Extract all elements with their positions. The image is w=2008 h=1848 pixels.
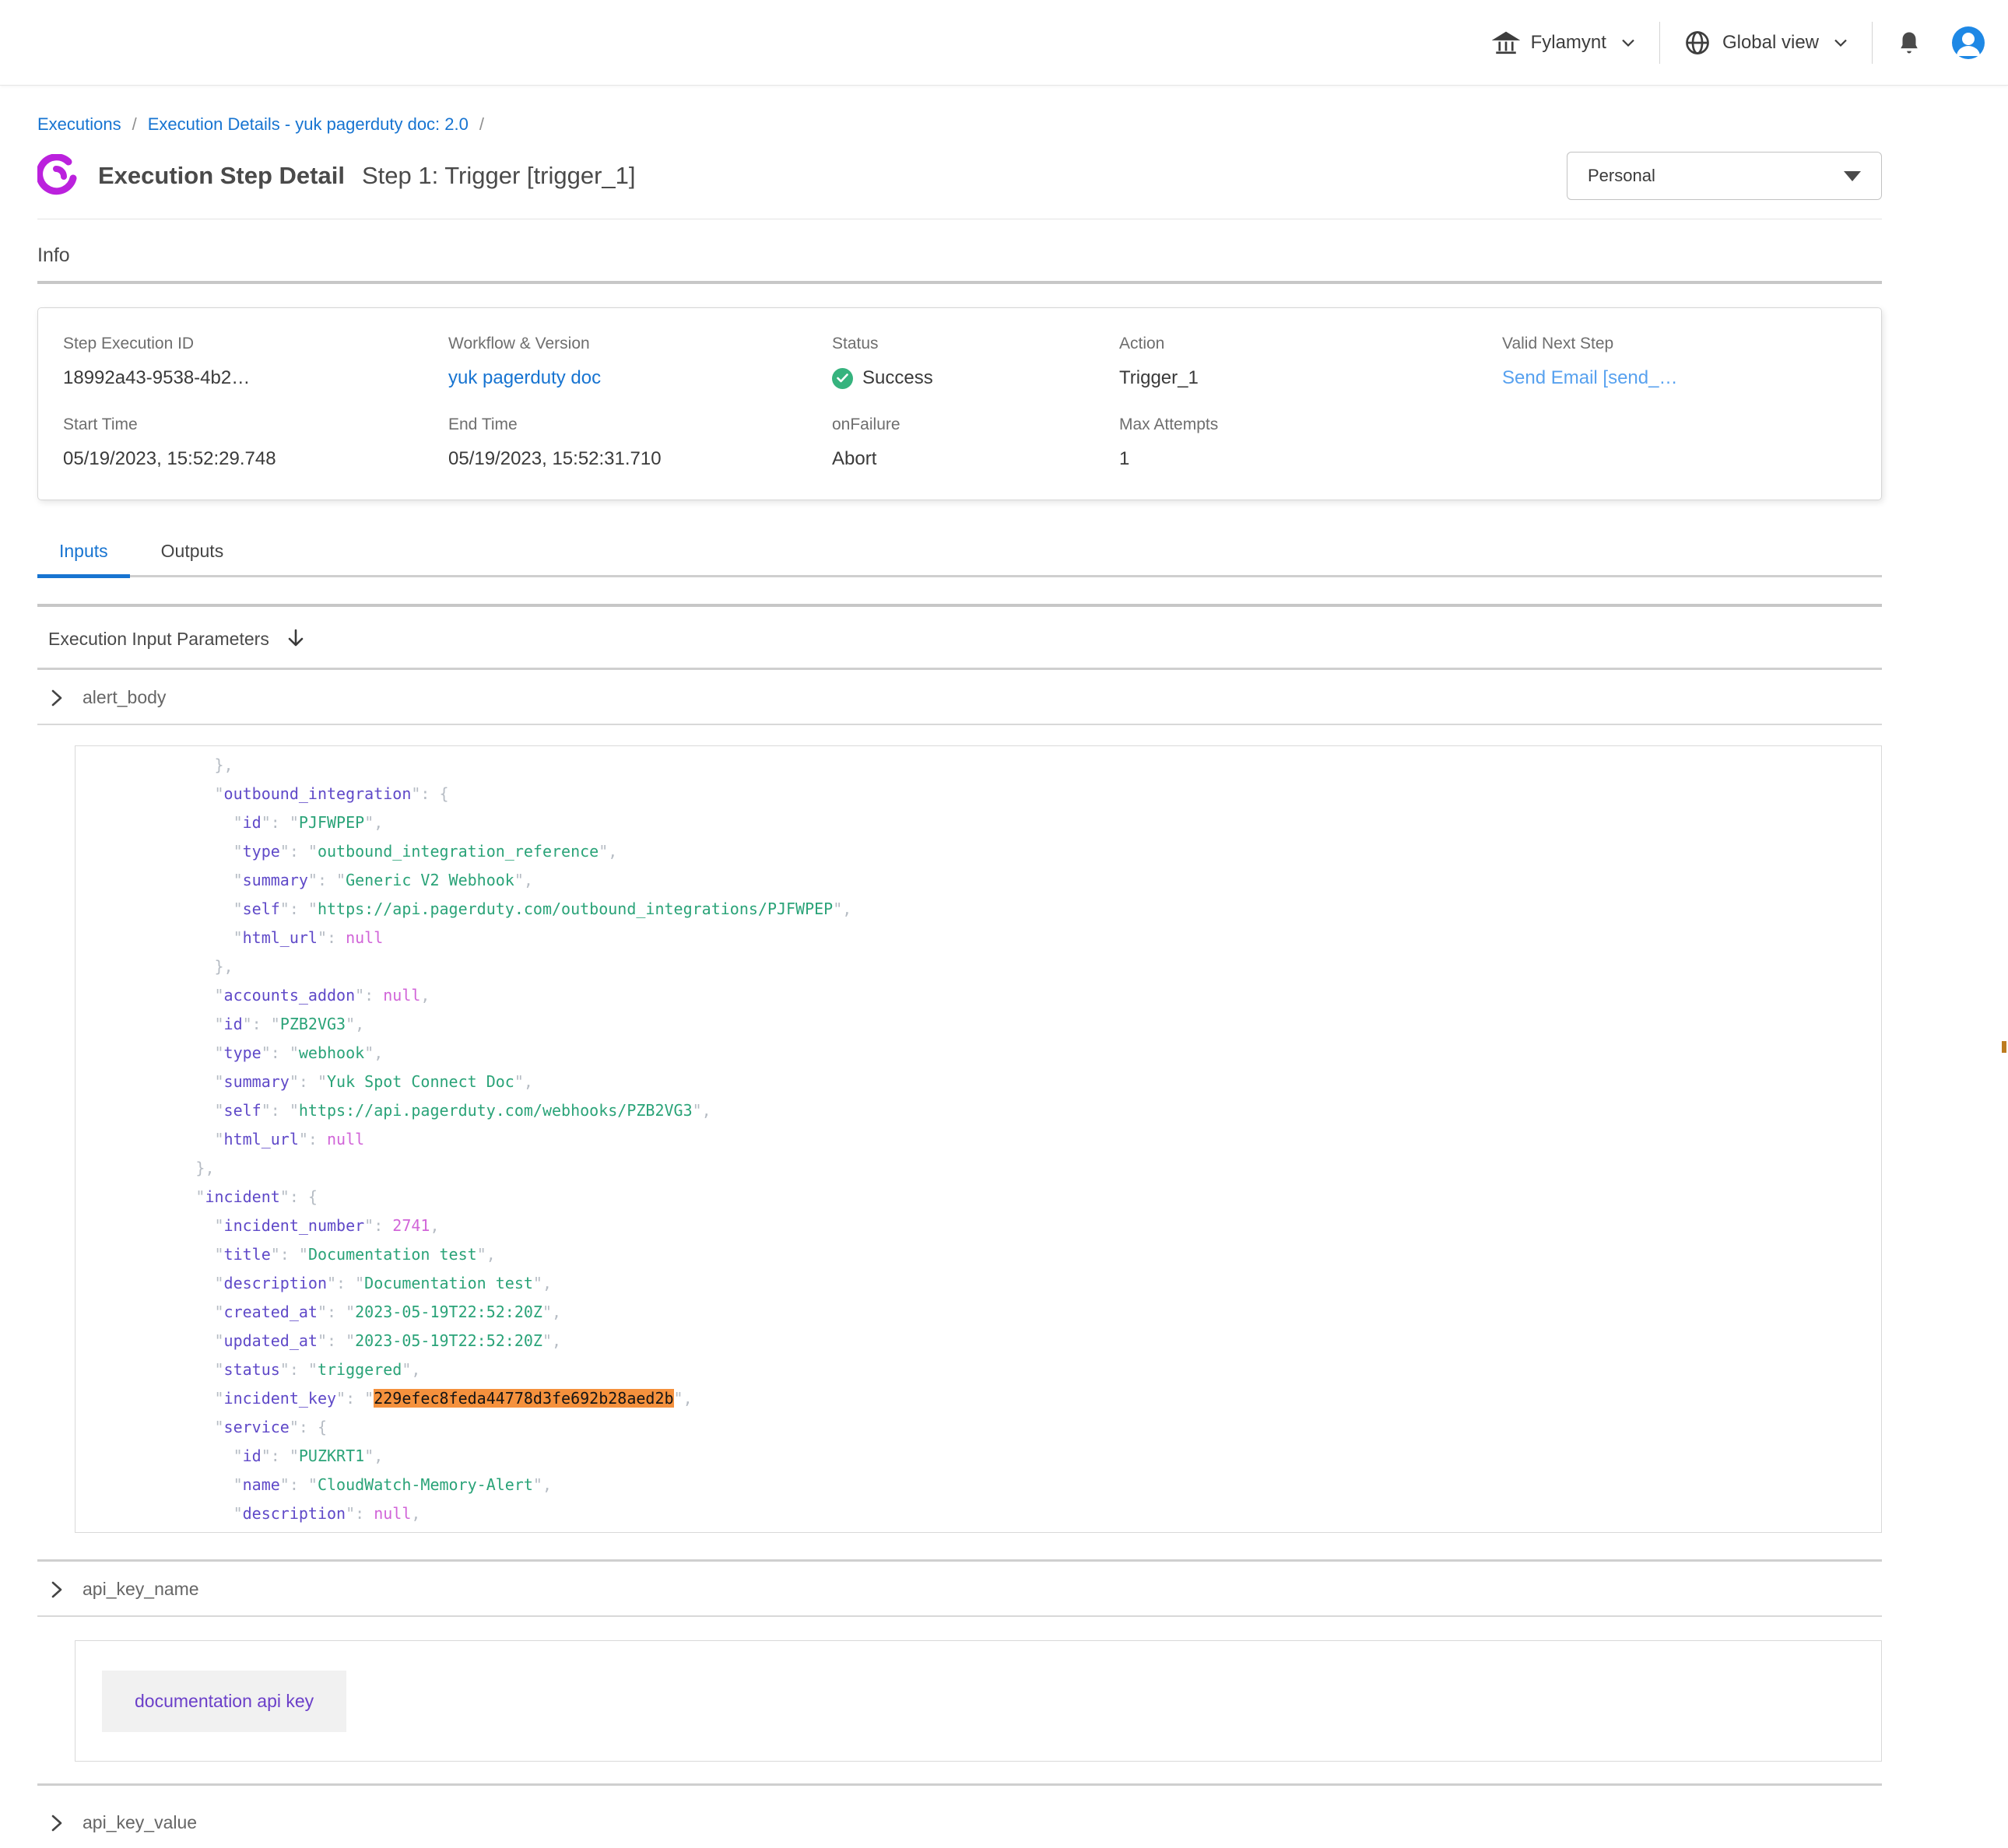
- notifications-button[interactable]: [1896, 30, 1922, 56]
- topbar-separator: [1872, 22, 1873, 64]
- chevron-right-icon: [48, 1813, 65, 1833]
- info-field: Workflow & Version yuk pagerduty doc: [448, 335, 832, 389]
- info-card: Step Execution ID 18992a43-9538-4b2… Wor…: [37, 307, 1882, 500]
- field-label: Step Execution ID: [63, 335, 448, 353]
- page-title: Execution Step Detail: [98, 162, 345, 190]
- breadcrumb-executions[interactable]: Executions: [37, 114, 121, 135]
- field-label: End Time: [448, 416, 832, 434]
- field-value: Trigger_1: [1119, 367, 1502, 389]
- info-field: onFailure Abort: [832, 416, 1119, 470]
- view-label: Global view: [1722, 32, 1819, 54]
- section-divider: [37, 1559, 1882, 1562]
- topbar-separator: [1659, 22, 1660, 64]
- top-bar: Fylamynt Global view: [0, 0, 2008, 86]
- execution-input-parameters-row: Execution Input Parameters: [37, 627, 1882, 650]
- chevron-down-icon: [1833, 37, 1848, 48]
- workflow-link[interactable]: yuk pagerduty doc: [448, 367, 601, 389]
- view-switcher[interactable]: Global view: [1683, 29, 1848, 57]
- field-value: Abort: [832, 448, 1119, 470]
- chevron-right-icon: [48, 1580, 65, 1600]
- field-value: 05/19/2023, 15:52:29.748: [63, 448, 448, 470]
- avatar-icon: [1950, 25, 1986, 61]
- tab-outputs[interactable]: Outputs: [139, 541, 246, 575]
- info-field: Valid Next Step Send Email [send_…: [1502, 335, 1866, 389]
- info-field: Start Time 05/19/2023, 15:52:29.748: [63, 416, 448, 470]
- info-field: End Time 05/19/2023, 15:52:31.710: [448, 416, 832, 470]
- bank-icon: [1492, 29, 1520, 57]
- breadcrumb: Executions / Execution Details - yuk pag…: [37, 114, 1882, 135]
- section-divider: [37, 281, 1882, 284]
- success-check-icon: [832, 368, 853, 389]
- field-label: Action: [1119, 335, 1502, 353]
- workflow-logo-icon: [37, 154, 81, 198]
- section-divider: [37, 1783, 1882, 1786]
- alert-body-json-viewer[interactable]: "https://api.pagerduty.com/…", }, "outbo…: [75, 745, 1882, 1533]
- info-field: Step Execution ID 18992a43-9538-4b2…: [63, 335, 448, 389]
- api-key-name-chip: documentation api key: [102, 1671, 346, 1732]
- org-label: Fylamynt: [1531, 32, 1606, 54]
- breadcrumb-execution-details[interactable]: Execution Details - yuk pagerduty doc: 2…: [148, 114, 469, 135]
- breadcrumb-separator: /: [132, 114, 137, 135]
- info-field: Max Attempts 1: [1119, 416, 1502, 470]
- info-heading: Info: [37, 244, 1882, 267]
- execution-input-parameters-heading: Execution Input Parameters: [48, 629, 269, 650]
- param-row-api-key-value[interactable]: api_key_value: [37, 1812, 1882, 1833]
- field-label: Workflow & Version: [448, 335, 832, 353]
- api-key-name-panel: documentation api key: [75, 1640, 1882, 1762]
- info-field: Status Success: [832, 335, 1119, 389]
- download-arrow-icon[interactable]: [285, 627, 307, 650]
- scope-select[interactable]: Personal: [1567, 152, 1882, 200]
- section-divider: [37, 724, 1882, 725]
- field-label: Start Time: [63, 416, 448, 434]
- section-divider: [37, 668, 1882, 670]
- main-content: Executions / Execution Details - yuk pag…: [0, 114, 2008, 1833]
- field-label: onFailure: [832, 416, 1119, 434]
- field-label: Status: [832, 335, 1119, 353]
- org-switcher[interactable]: Fylamynt: [1492, 29, 1636, 57]
- user-menu[interactable]: [1950, 25, 1986, 61]
- breadcrumb-separator: /: [479, 114, 484, 135]
- field-value: 1: [1119, 448, 1502, 470]
- field-label: Max Attempts: [1119, 416, 1502, 434]
- field-label: Valid Next Step: [1502, 335, 1866, 353]
- globe-icon: [1683, 29, 1711, 57]
- status-text: Success: [862, 367, 933, 389]
- chevron-right-icon: [48, 688, 65, 708]
- next-step-link[interactable]: Send Email [send_…: [1502, 367, 1677, 389]
- scope-select-value: Personal: [1588, 166, 1655, 186]
- dropdown-arrow-icon: [1844, 171, 1861, 181]
- param-row-api-key-name[interactable]: api_key_name: [37, 1579, 1882, 1600]
- section-divider: [37, 1615, 1882, 1617]
- page-subtitle: Step 1: Trigger [trigger_1]: [362, 162, 636, 190]
- tab-inputs[interactable]: Inputs: [37, 541, 130, 578]
- json-code: "https://api.pagerduty.com/…", }, "outbo…: [75, 745, 1881, 1533]
- section-divider: [37, 604, 1882, 607]
- chevron-down-icon: [1620, 37, 1636, 48]
- param-label: api_key_value: [82, 1812, 197, 1833]
- title-row: Execution Step Detail Step 1: Trigger [t…: [37, 152, 1882, 200]
- bell-icon: [1896, 30, 1922, 56]
- scrollbar-match-marker: [2002, 1041, 2006, 1053]
- field-value: 18992a43-9538-4b2…: [63, 367, 448, 389]
- tab-bar: Inputs Outputs: [37, 541, 1882, 577]
- info-field: Action Trigger_1: [1119, 335, 1502, 389]
- param-label: api_key_name: [82, 1579, 199, 1600]
- field-value: 05/19/2023, 15:52:31.710: [448, 448, 832, 470]
- param-label: alert_body: [82, 687, 166, 708]
- param-row-alert-body[interactable]: alert_body: [37, 687, 1882, 708]
